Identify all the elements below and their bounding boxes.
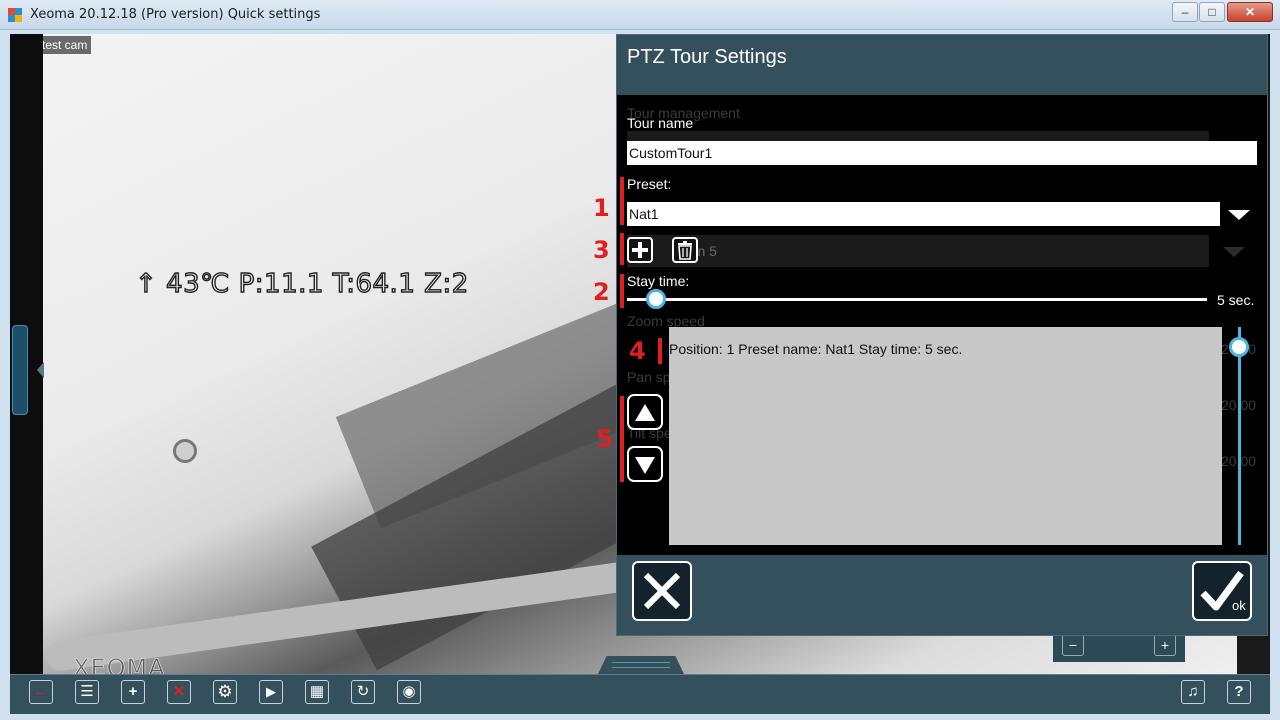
zoom-in-icon[interactable]: + <box>1154 634 1176 656</box>
gear-icon[interactable]: ⚙ <box>213 680 237 704</box>
panel-header: PTZ Tour Settings <box>617 35 1267 95</box>
cancel-button[interactable] <box>632 561 692 621</box>
ghost-bar <box>627 131 1209 141</box>
marker-bar-4 <box>658 338 662 364</box>
arrow-up-icon <box>635 404 655 421</box>
marker-number-5: 5 <box>596 425 613 453</box>
add-preset-button[interactable] <box>627 237 653 263</box>
plus-icon <box>632 242 648 258</box>
minimize-button[interactable]: – <box>1172 2 1198 22</box>
tour-position-list[interactable]: Position: 1 Preset name: Nat1 Stay time:… <box>669 327 1222 545</box>
marker-bar-2 <box>620 274 624 308</box>
camera-osd-text: ↑ 43℃ P:11.1 T:64.1 Z:2 <box>134 268 469 299</box>
close-x-icon <box>643 572 681 610</box>
camera-scene-bolt <box>173 439 197 463</box>
marker-number-1: 1 <box>593 194 610 222</box>
delete-preset-button[interactable] <box>672 237 698 263</box>
play-icon[interactable]: ▶ <box>259 680 283 704</box>
marker-number-3: 3 <box>593 236 610 264</box>
ok-label: ok <box>1232 598 1246 613</box>
vertical-slider-track[interactable] <box>1238 327 1241 545</box>
ptz-tour-settings-panel: PTZ Tour Settings Tour management ron 5 … <box>616 34 1268 636</box>
panel-footer: ok <box>617 555 1267 635</box>
marker-bar-5 <box>620 396 624 482</box>
move-down-button[interactable] <box>627 446 663 482</box>
camera-icon[interactable]: ◉ <box>397 680 421 704</box>
zoom-out-icon[interactable]: − <box>1062 634 1084 656</box>
rotate-icon[interactable]: ↻ <box>351 680 375 704</box>
panel-title: PTZ Tour Settings <box>627 46 787 68</box>
xeoma-watermark: XEOMA <box>73 654 166 674</box>
stay-time-slider-track[interactable] <box>627 298 1207 301</box>
chevron-down-icon[interactable] <box>1228 210 1250 220</box>
left-panel-handle[interactable] <box>12 325 28 415</box>
list-item[interactable]: Position: 1 Preset name: Nat1 Stay time:… <box>669 341 962 357</box>
close-window-button[interactable]: ✕ <box>1227 2 1273 22</box>
marker-number-4: 4 <box>629 337 646 365</box>
chevron-left-icon[interactable] <box>37 362 44 378</box>
sound-icon[interactable]: ♫ <box>1181 680 1205 704</box>
trash-icon <box>678 241 692 260</box>
window-title: Xeoma 20.12.18 (Pro version) Quick setti… <box>30 7 321 22</box>
move-up-button[interactable] <box>627 394 663 430</box>
ok-button[interactable]: ok <box>1192 561 1252 621</box>
bottom-toolbar <box>10 674 1270 714</box>
preset-select[interactable]: Nat1 <box>627 202 1220 226</box>
stay-time-slider-knob[interactable] <box>646 289 666 309</box>
ghost-pan-speed: Pan sp <box>627 369 671 385</box>
maximize-button[interactable]: □ <box>1199 2 1225 22</box>
preset-label: Preset: <box>627 176 672 192</box>
help-icon[interactable]: ? <box>1227 680 1251 704</box>
stay-time-value: 5 sec. <box>1217 292 1255 308</box>
marker-bar-1 <box>620 177 624 225</box>
remove-icon[interactable]: ✕ <box>167 680 191 704</box>
add-icon[interactable]: + <box>121 680 145 704</box>
map-icon[interactable]: ▦ <box>305 680 329 704</box>
window-titlebar: Xeoma 20.12.18 (Pro version) Quick setti… <box>0 0 1280 30</box>
vertical-slider-knob[interactable] <box>1229 337 1249 357</box>
tour-name-input[interactable] <box>627 141 1257 165</box>
marker-number-2: 2 <box>593 278 610 306</box>
tour-name-label: Tour name <box>627 115 694 131</box>
toolbar-tab-lines <box>612 662 670 668</box>
list-icon[interactable]: ☰ <box>75 680 99 704</box>
arrow-down-icon <box>635 457 655 474</box>
ghost-dropdown-icon <box>1223 247 1245 257</box>
stay-time-label: Stay time: <box>627 273 690 289</box>
back-arrow-icon[interactable]: ← <box>29 680 53 704</box>
marker-bar-3 <box>620 233 624 265</box>
xeoma-logo-icon <box>8 8 22 22</box>
